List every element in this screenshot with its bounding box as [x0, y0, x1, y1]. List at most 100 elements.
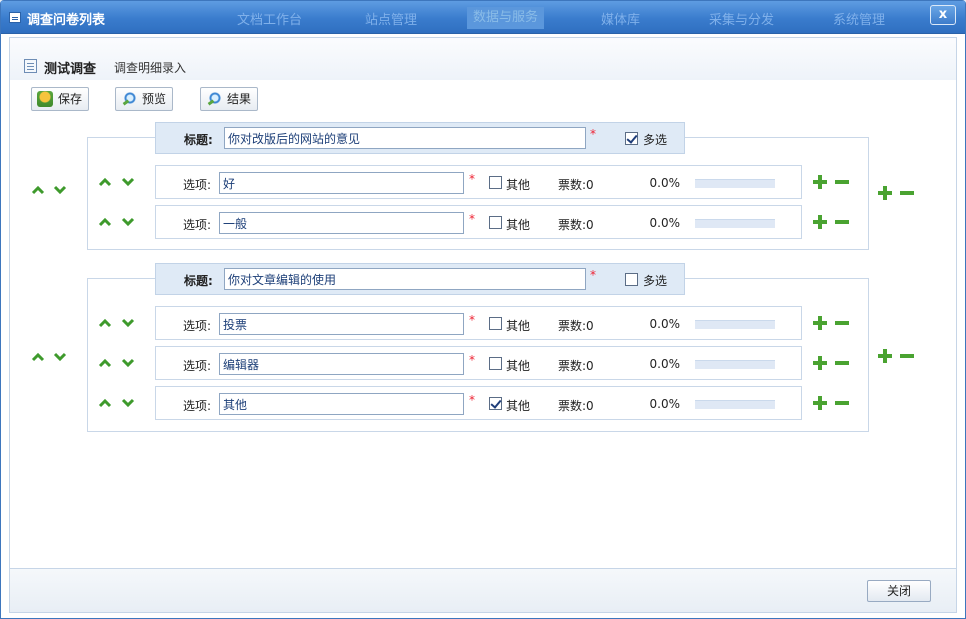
multi-select-checkbox[interactable]	[625, 132, 638, 145]
question-title-input[interactable]	[224, 127, 586, 149]
bg-menu-item-active: 数据与服务	[467, 7, 545, 29]
remove-option-icon[interactable]	[835, 356, 849, 370]
move-option-up-icon[interactable]	[98, 358, 112, 368]
move-option-up-icon[interactable]	[98, 318, 112, 328]
vote-bar	[695, 179, 775, 188]
title-bar: 调查问卷列表 文档工作台 站点管理 数据与服务 媒体库 采集与分发 系统管理 x	[1, 1, 965, 34]
option-row: 选项: * 其他 票数:0 0.0%	[155, 306, 802, 340]
close-button[interactable]: 关闭	[867, 580, 931, 602]
preview-button[interactable]: 预览	[115, 87, 174, 111]
vote-bar	[695, 360, 775, 369]
option-row: 选项: * 其他 票数:0 0.0%	[155, 205, 802, 239]
page-title: 测试调查	[44, 62, 97, 77]
move-option-down-icon[interactable]	[121, 318, 135, 328]
option-text-input[interactable]	[219, 212, 464, 234]
add-option-icon[interactable]	[813, 175, 827, 189]
option-row: 选项: * 其他 票数:0 0.0%	[155, 165, 802, 199]
vote-count: 票数:0	[558, 359, 594, 373]
question-header: 标题: * 多选	[155, 263, 685, 295]
vote-bar	[695, 320, 775, 329]
other-label: 其他	[506, 319, 531, 333]
window-title: 调查问卷列表	[27, 13, 106, 28]
required-mark: *	[469, 313, 475, 327]
add-option-icon[interactable]	[813, 356, 827, 370]
vote-bar	[695, 219, 775, 228]
other-label: 其他	[506, 178, 531, 192]
vote-count: 票数:0	[558, 399, 594, 413]
option-text-input[interactable]	[219, 313, 464, 335]
bg-menu-item: 媒体库	[601, 13, 641, 28]
option-row: 选项: * 其他 票数:0 0.0%	[155, 346, 802, 380]
remove-option-icon[interactable]	[835, 175, 849, 189]
required-mark: *	[469, 393, 475, 407]
footer-bar: 关闭	[9, 569, 957, 613]
save-icon	[37, 91, 53, 107]
multi-select-checkbox[interactable]	[625, 273, 638, 286]
header-bar: 测试调查 调查明细录入	[10, 38, 956, 80]
required-mark: *	[590, 127, 596, 141]
other-checkbox[interactable]	[489, 357, 502, 370]
move-question-down-icon[interactable]	[53, 352, 67, 362]
vote-bar	[695, 400, 775, 409]
add-question-icon[interactable]	[878, 349, 892, 363]
move-question-down-icon[interactable]	[53, 185, 67, 195]
move-option-down-icon[interactable]	[121, 398, 135, 408]
move-option-down-icon[interactable]	[121, 358, 135, 368]
option-label: 选项:	[183, 178, 212, 192]
move-question-up-icon[interactable]	[31, 352, 45, 362]
move-option-down-icon[interactable]	[121, 177, 135, 187]
add-option-icon[interactable]	[813, 396, 827, 410]
question-title-input[interactable]	[224, 268, 586, 290]
vote-percent: 0.0%	[649, 176, 681, 190]
add-option-icon[interactable]	[813, 215, 827, 229]
remove-option-icon[interactable]	[835, 316, 849, 330]
result-button[interactable]: 结果	[200, 87, 259, 111]
option-text-input[interactable]	[219, 353, 464, 375]
title-label: 标题:	[184, 274, 213, 288]
move-option-up-icon[interactable]	[98, 217, 112, 227]
other-label: 其他	[506, 359, 531, 373]
remove-option-icon[interactable]	[835, 396, 849, 410]
survey-window: 调查问卷列表 文档工作台 站点管理 数据与服务 媒体库 采集与分发 系统管理 x…	[0, 0, 966, 619]
option-label: 选项:	[183, 218, 212, 232]
required-mark: *	[469, 212, 475, 226]
other-checkbox[interactable]	[489, 317, 502, 330]
remove-question-icon[interactable]	[900, 186, 914, 200]
save-button[interactable]: 保存	[31, 87, 90, 111]
other-label: 其他	[506, 399, 531, 413]
option-text-input[interactable]	[219, 172, 464, 194]
required-mark: *	[590, 268, 596, 282]
option-text-input[interactable]	[219, 393, 464, 415]
result-icon	[206, 91, 222, 107]
add-option-icon[interactable]	[813, 316, 827, 330]
preview-icon	[121, 91, 137, 107]
vote-count: 票数:0	[558, 218, 594, 232]
other-checkbox[interactable]	[489, 216, 502, 229]
other-label: 其他	[506, 218, 531, 232]
window-close-button[interactable]: x	[930, 5, 956, 25]
move-option-up-icon[interactable]	[98, 398, 112, 408]
question-header: 标题: * 多选	[155, 122, 685, 154]
add-question-icon[interactable]	[878, 186, 892, 200]
page-subtitle: 调查明细录入	[114, 61, 187, 75]
vote-percent: 0.0%	[649, 357, 681, 371]
bg-menu-item: 文档工作台	[237, 13, 303, 28]
option-row: 选项: * 其他 票数:0 0.0%	[155, 386, 802, 420]
remove-question-icon[interactable]	[900, 349, 914, 363]
title-label: 标题:	[184, 133, 213, 147]
document-icon	[24, 59, 37, 73]
vote-count: 票数:0	[558, 319, 594, 333]
multi-select-label: 多选	[643, 133, 668, 147]
remove-option-icon[interactable]	[835, 215, 849, 229]
vote-percent: 0.0%	[649, 317, 681, 331]
move-option-down-icon[interactable]	[121, 217, 135, 227]
bg-menu-item: 站点管理	[365, 13, 418, 28]
vote-percent: 0.0%	[649, 216, 681, 230]
other-checkbox[interactable]	[489, 176, 502, 189]
move-question-up-icon[interactable]	[31, 185, 45, 195]
other-checkbox[interactable]	[489, 397, 502, 410]
move-option-up-icon[interactable]	[98, 177, 112, 187]
window-list-icon	[9, 12, 21, 23]
vote-count: 票数:0	[558, 178, 594, 192]
result-button-label: 结果	[227, 92, 252, 106]
